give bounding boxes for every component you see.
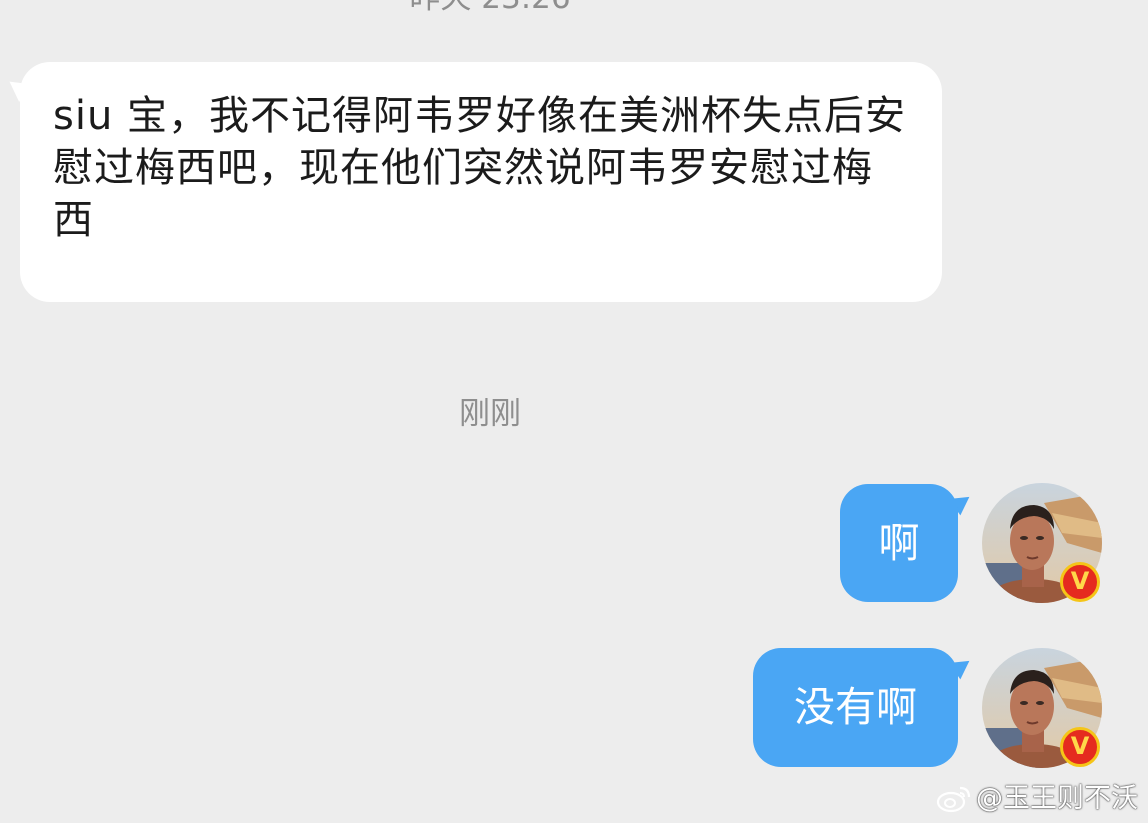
verified-badge-icon: V	[1060, 727, 1100, 767]
incoming-message-bubble[interactable]: siu 宝，我不记得阿韦罗好像在美洲杯失点后安慰过梅西吧，现在他们突然说阿韦罗安…	[20, 62, 942, 302]
outgoing-message-bubble[interactable]: 没有啊	[753, 648, 958, 767]
outgoing-message-bubble[interactable]: 啊	[840, 484, 958, 602]
outgoing-message-text: 啊	[878, 519, 920, 567]
timestamp-previous: 昨天 23:26	[0, 0, 980, 18]
timestamp-recent: 刚刚	[459, 396, 521, 432]
watermark: @玉王则不沃	[936, 783, 1138, 815]
verified-badge-icon: V	[1060, 562, 1100, 602]
watermark-text: @玉王则不沃	[976, 783, 1138, 814]
weibo-logo-icon	[936, 784, 972, 814]
chat-area[interactable]: 昨天 23:26 siu 宝，我不记得阿韦罗好像在美洲杯失点后安慰过梅西吧，现在…	[0, 0, 1148, 823]
incoming-message-text: siu 宝，我不记得阿韦罗好像在美洲杯失点后安慰过梅西吧，现在他们突然说阿韦罗安…	[53, 93, 907, 243]
outgoing-message-text: 没有啊	[794, 683, 917, 731]
